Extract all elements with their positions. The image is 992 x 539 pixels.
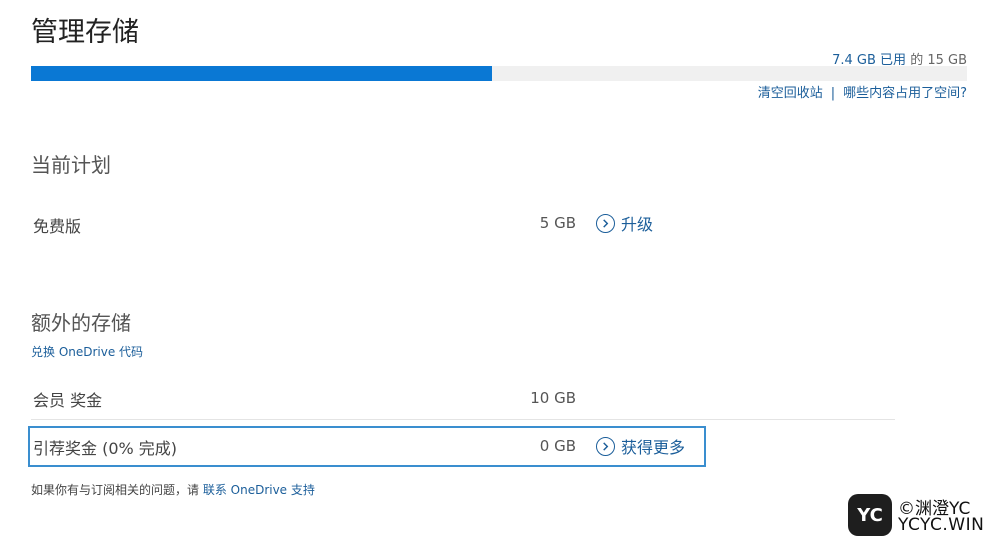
footer-text: 如果你有与订阅相关的问题，请 — [31, 483, 203, 497]
storage-progress-fill — [31, 66, 493, 81]
member-bonus-size: 10 GB — [530, 389, 576, 407]
plan-size: 5 GB — [539, 214, 576, 232]
chevron-right-circle-icon — [596, 213, 615, 233]
footer-note: 如果你有与订阅相关的问题，请 联系 OneDrive 支持 — [31, 481, 315, 498]
redeem-onedrive-code-link[interactable]: 兑换 OneDrive 代码 — [31, 343, 143, 360]
referral-bonus-size: 0 GB — [539, 437, 576, 455]
watermark-logo: YC — [848, 494, 892, 536]
storage-progress-bar — [31, 66, 967, 81]
page-title: 管理存储 — [31, 17, 139, 48]
upgrade-label: 升级 — [621, 215, 654, 234]
plan-name: 免费版 — [33, 217, 82, 236]
member-bonus-label: 会员 奖金 — [33, 391, 103, 410]
current-plan-heading: 当前计划 — [31, 153, 111, 177]
get-more-label: 获得更多 — [621, 438, 686, 457]
referral-bonus-label: 引荐奖金 (0% 完成) — [33, 439, 178, 458]
link-separator: | — [830, 86, 836, 101]
empty-recycle-bin-link[interactable]: 清空回收站 — [758, 86, 823, 101]
chevron-right-circle-icon — [596, 436, 615, 456]
contact-support-link[interactable]: 联系 OneDrive 支持 — [203, 483, 315, 497]
storage-quick-links: 清空回收站 | 哪些内容占用了空间? — [758, 82, 967, 101]
get-more-button[interactable]: 获得更多 — [596, 434, 685, 458]
whats-using-space-link[interactable]: 哪些内容占用了空间? — [843, 86, 967, 101]
row-divider — [31, 419, 895, 420]
extra-storage-heading: 额外的存储 — [31, 311, 131, 335]
watermark-site: YCYC.WIN — [898, 515, 985, 535]
upgrade-button[interactable]: 升级 — [596, 211, 653, 235]
